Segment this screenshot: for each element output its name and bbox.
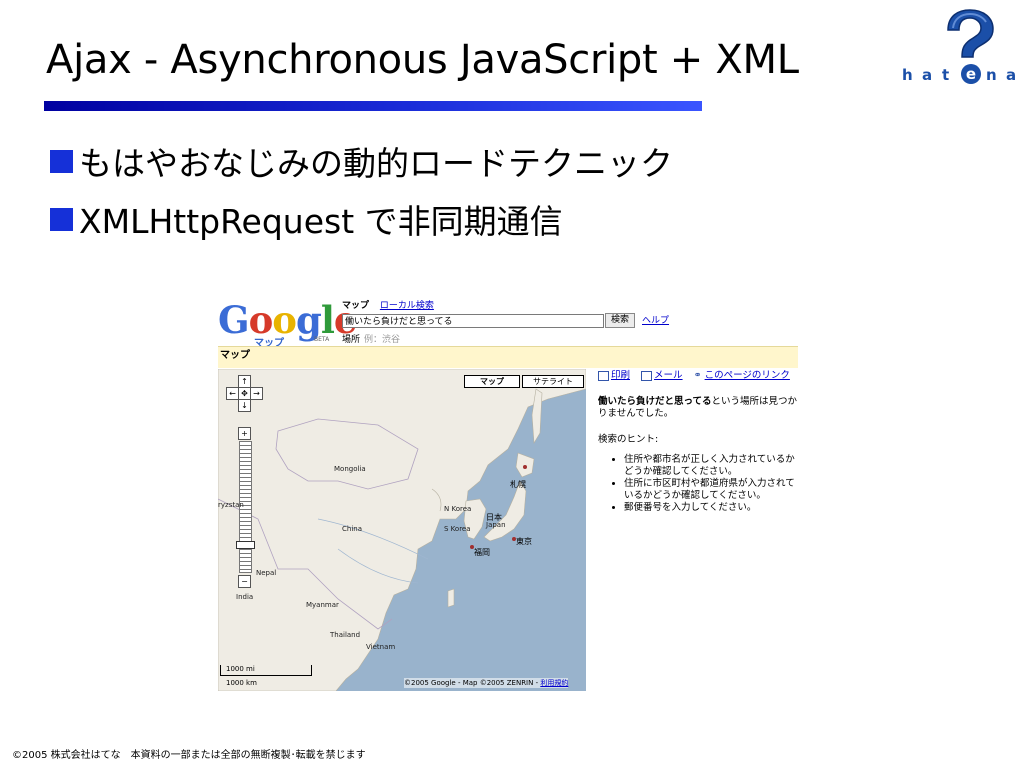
print-link[interactable]: 印刷: [611, 370, 630, 381]
land-mainland: [218, 369, 586, 691]
map-city-fukuoka: 福岡: [474, 548, 490, 557]
logo-wordmark: h a t e n a: [898, 64, 1022, 88]
logo-letter: h: [902, 66, 913, 84]
google-logo-text: Google: [218, 298, 357, 342]
map-city-nihon: 日本: [486, 513, 502, 522]
hatena-logo: h a t e n a: [898, 6, 1022, 92]
bullet-text: XMLHttpRequest で非同期通信: [79, 202, 563, 241]
map-label-mongolia: Mongolia: [334, 465, 366, 473]
map-marker[interactable]: [523, 465, 527, 469]
bullet-item: もはやおなじみの動的ロードテクニック: [50, 140, 673, 198]
hint-item: 郵便番号を入力してください。: [624, 502, 798, 514]
bullet-item: XMLHttpRequest で非同期通信: [50, 198, 673, 256]
map-copyright: ©2005 Google - Map ©2005 ZENRIN - 利用規約: [404, 678, 569, 688]
maps-header-bar: マップ: [218, 346, 798, 368]
title-underline: [44, 101, 702, 111]
logo-letter: n: [986, 66, 997, 84]
hint-title: 検索のヒント:: [598, 434, 659, 445]
square-bullet-icon: [50, 150, 73, 173]
panel-links: 印刷 メール ⚭ このページのリンク: [598, 370, 798, 382]
square-bullet-icon: [50, 208, 73, 231]
search-input[interactable]: 働いたら負けだと思ってる: [342, 314, 604, 328]
help-link[interactable]: ヘルプ: [642, 313, 669, 326]
zoom-slider-handle[interactable]: [236, 541, 255, 549]
bullet-text: もはやおなじみの動的ロードテクニック: [79, 144, 673, 183]
map-canvas: [218, 369, 586, 691]
map-label-china: China: [342, 525, 362, 533]
google-maps-logo[interactable]: Google マップ BETA: [218, 298, 357, 350]
map-label-kyrgyzstan: ryzstan: [218, 501, 244, 509]
map-label-india: India: [236, 593, 254, 601]
search-button[interactable]: 検索: [605, 313, 635, 328]
terms-link[interactable]: 利用規約: [540, 679, 568, 687]
tab-maps[interactable]: マップ: [342, 301, 369, 311]
place-label: 場所: [342, 335, 361, 345]
link-icon[interactable]: ⚭: [694, 370, 702, 381]
maps-bar-label: マップ: [220, 350, 250, 361]
google-maps-screenshot: Google マップ BETA マップ ローカル検索 働いたら負けだと思ってる …: [218, 296, 798, 691]
email-link[interactable]: メール: [654, 370, 683, 381]
zoom-out-icon[interactable]: −: [238, 575, 251, 588]
map-type-satellite-button[interactable]: サテライト: [522, 375, 584, 388]
map-view[interactable]: マップ サテライト ↑ ← ✥ → ↓ + − Mongolia China N…: [218, 369, 586, 691]
slide-title: Ajax - Asynchronous JavaScript + XML: [46, 37, 799, 83]
map-label-vietnam: Vietnam: [366, 643, 396, 651]
scale-miles: 1000 mi: [226, 665, 255, 673]
land-taiwan: [447, 588, 455, 608]
zoom-in-icon[interactable]: +: [238, 427, 251, 440]
bullet-list: もはやおなじみの動的ロードテクニック XMLHttpRequest で非同期通信: [50, 140, 673, 256]
place-example: 例：渋谷: [364, 335, 401, 345]
copyright-text: ©2005 Google - Map ©2005 ZENRIN -: [404, 679, 539, 687]
map-city-tokyo: 東京: [516, 537, 532, 546]
place-hint: 場所 例：渋谷: [342, 332, 400, 345]
tab-local-search[interactable]: ローカル検索: [380, 301, 434, 311]
map-label-myanmar: Myanmar: [306, 601, 339, 609]
hint-list: 住所や都市名が正しく入力されているかどうか確認してください。 住所に市区町村や都…: [598, 454, 798, 514]
map-type-map-button[interactable]: マップ: [464, 375, 520, 388]
map-label-skorea: S Korea: [444, 525, 471, 533]
not-found-message: 働いたら負けだと思ってるという場所は見つかりませんでした。: [598, 396, 798, 420]
query-text: 働いたら負けだと思ってる: [598, 396, 712, 407]
logo-letter: a: [922, 66, 933, 84]
logo-letter-ball: e: [961, 64, 981, 84]
results-panel: 印刷 メール ⚭ このページのリンク 働いたら負けだと思ってるという場所は見つか…: [598, 370, 798, 514]
land-japan-honshu: [483, 480, 527, 542]
map-label-nkorea: N Korea: [444, 505, 472, 513]
logo-letter: a: [1006, 66, 1017, 84]
print-icon[interactable]: [598, 370, 609, 381]
map-city-sapporo: 札幌: [510, 480, 526, 489]
pan-down-icon[interactable]: ↓: [238, 399, 251, 412]
hint-item: 住所に市区町村や都道府県が入力されているかどうか確認してください。: [624, 478, 798, 502]
search-tabs: マップ ローカル検索: [342, 298, 434, 311]
page-link[interactable]: このページのリンク: [705, 370, 790, 381]
hint-item: 住所や都市名が正しく入力されているかどうか確認してください。: [624, 454, 798, 478]
map-label-thailand: Thailand: [330, 631, 361, 639]
scale-km: 1000 km: [226, 679, 257, 687]
footer-copyright: ©2005 株式会社はてな 本資料の一部または全部の無断複製･転載を禁じます: [12, 750, 366, 761]
map-label-nepal: Nepal: [256, 569, 277, 577]
pan-right-icon[interactable]: →: [250, 387, 263, 400]
question-mark-icon: [947, 9, 994, 58]
mail-icon[interactable]: [641, 370, 653, 381]
beta-label: BETA: [314, 336, 330, 343]
logo-letter: t: [942, 66, 950, 84]
